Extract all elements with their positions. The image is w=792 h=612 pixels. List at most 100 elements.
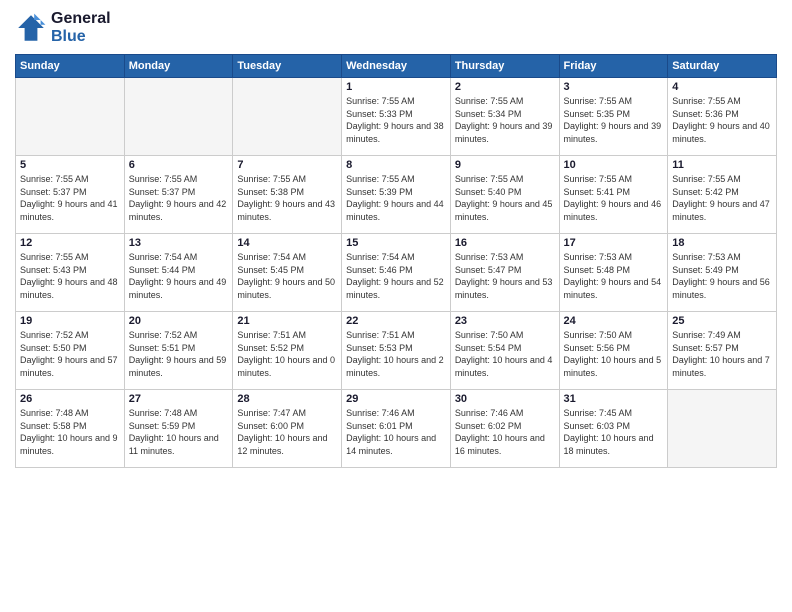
calendar-week-4: 19 Sunrise: 7:52 AM Sunset: 5:50 PM Dayli… xyxy=(16,312,777,390)
day-number: 18 xyxy=(672,237,772,249)
calendar-cell xyxy=(124,78,233,156)
calendar-table: Sunday Monday Tuesday Wednesday Thursday… xyxy=(15,54,777,468)
day-number: 21 xyxy=(237,315,337,327)
day-number: 4 xyxy=(672,81,772,93)
calendar-cell: 31Sunrise: 7:45 AM Sunset: 6:03 PM Dayli… xyxy=(559,390,668,468)
calendar-cell: 2Sunrise: 7:55 AM Sunset: 5:34 PM Daylig… xyxy=(450,78,559,156)
day-info: Sunrise: 7:55 AM Sunset: 5:37 PM Dayligh… xyxy=(20,173,120,223)
calendar-cell: 19 Sunrise: 7:52 AM Sunset: 5:50 PM Dayli… xyxy=(16,312,125,390)
calendar-cell: 25 Sunrise: 7:49 AM Sunset: 5:57 PM Dayli… xyxy=(668,312,777,390)
day-info: Sunrise: 7:55 AM Sunset: 5:40 PM Dayligh… xyxy=(455,173,555,223)
calendar-cell: 7Sunrise: 7:55 AM Sunset: 5:38 PM Daylig… xyxy=(233,156,342,234)
calendar-cell: 12 Sunrise: 7:55 AM Sunset: 5:43 PM Dayli… xyxy=(16,234,125,312)
calendar-cell: 14 Sunrise: 7:54 AM Sunset: 5:45 PM Dayli… xyxy=(233,234,342,312)
calendar-cell: 27 Sunrise: 7:48 AM Sunset: 5:59 PM Dayli… xyxy=(124,390,233,468)
day-number: 22 xyxy=(346,315,446,327)
calendar-cell: 17 Sunrise: 7:53 AM Sunset: 5:48 PM Dayli… xyxy=(559,234,668,312)
day-info: Sunrise: 7:55 AM Sunset: 5:38 PM Dayligh… xyxy=(237,173,337,223)
day-number: 3 xyxy=(564,81,664,93)
header-monday: Monday xyxy=(124,55,233,78)
day-info: Sunrise: 7:54 AM Sunset: 5:46 PM Dayligh… xyxy=(346,251,446,301)
calendar-cell xyxy=(233,78,342,156)
calendar-cell xyxy=(16,78,125,156)
calendar-cell: 3Sunrise: 7:55 AM Sunset: 5:35 PM Daylig… xyxy=(559,78,668,156)
day-number: 1 xyxy=(346,81,446,93)
calendar-page: General Blue Sunday Monday Tuesday Wedne… xyxy=(0,0,792,612)
day-info: Sunrise: 7:48 AM Sunset: 5:58 PM Dayligh… xyxy=(20,407,120,457)
day-number: 17 xyxy=(564,237,664,249)
calendar-cell: 4 Sunrise: 7:55 AM Sunset: 5:36 PM Daylig… xyxy=(668,78,777,156)
calendar-cell: 6 Sunrise: 7:55 AM Sunset: 5:37 PM Daylig… xyxy=(124,156,233,234)
day-number: 5 xyxy=(20,159,120,171)
header-friday: Friday xyxy=(559,55,668,78)
day-info: Sunrise: 7:55 AM Sunset: 5:36 PM Dayligh… xyxy=(672,95,772,145)
day-info: Sunrise: 7:48 AM Sunset: 5:59 PM Dayligh… xyxy=(129,407,229,457)
header: General Blue xyxy=(15,10,777,46)
day-info: Sunrise: 7:47 AM Sunset: 6:00 PM Dayligh… xyxy=(237,407,337,457)
day-number: 24 xyxy=(564,315,664,327)
day-info: Sunrise: 7:55 AM Sunset: 5:41 PM Dayligh… xyxy=(564,173,664,223)
day-info: Sunrise: 7:51 AM Sunset: 5:53 PM Dayligh… xyxy=(346,329,446,379)
calendar-cell: 23 Sunrise: 7:50 AM Sunset: 5:54 PM Dayli… xyxy=(450,312,559,390)
calendar-cell: 24 Sunrise: 7:50 AM Sunset: 5:56 PM Dayli… xyxy=(559,312,668,390)
calendar-cell: 10 Sunrise: 7:55 AM Sunset: 5:41 PM Dayli… xyxy=(559,156,668,234)
header-sunday: Sunday xyxy=(16,55,125,78)
day-number: 27 xyxy=(129,393,229,405)
calendar-cell: 30Sunrise: 7:46 AM Sunset: 6:02 PM Dayli… xyxy=(450,390,559,468)
logo: General Blue xyxy=(15,10,111,46)
calendar-week-2: 5 Sunrise: 7:55 AM Sunset: 5:37 PM Daylig… xyxy=(16,156,777,234)
calendar-cell: 26 Sunrise: 7:48 AM Sunset: 5:58 PM Dayli… xyxy=(16,390,125,468)
header-thursday: Thursday xyxy=(450,55,559,78)
calendar-cell: 13 Sunrise: 7:54 AM Sunset: 5:44 PM Dayli… xyxy=(124,234,233,312)
day-info: Sunrise: 7:51 AM Sunset: 5:52 PM Dayligh… xyxy=(237,329,337,379)
calendar-cell: 18 Sunrise: 7:53 AM Sunset: 5:49 PM Dayli… xyxy=(668,234,777,312)
calendar-cell: 15 Sunrise: 7:54 AM Sunset: 5:46 PM Dayli… xyxy=(342,234,451,312)
day-number: 14 xyxy=(237,237,337,249)
day-number: 11 xyxy=(672,159,772,171)
calendar-week-3: 12 Sunrise: 7:55 AM Sunset: 5:43 PM Dayli… xyxy=(16,234,777,312)
header-tuesday: Tuesday xyxy=(233,55,342,78)
day-info: Sunrise: 7:46 AM Sunset: 6:01 PM Dayligh… xyxy=(346,407,446,457)
day-info: Sunrise: 7:53 AM Sunset: 5:48 PM Dayligh… xyxy=(564,251,664,301)
calendar-cell: 22 Sunrise: 7:51 AM Sunset: 5:53 PM Dayli… xyxy=(342,312,451,390)
day-info: Sunrise: 7:50 AM Sunset: 5:56 PM Dayligh… xyxy=(564,329,664,379)
day-number: 23 xyxy=(455,315,555,327)
day-info: Sunrise: 7:53 AM Sunset: 5:49 PM Dayligh… xyxy=(672,251,772,301)
weekday-header-row: Sunday Monday Tuesday Wednesday Thursday… xyxy=(16,55,777,78)
calendar-cell xyxy=(668,390,777,468)
calendar-cell: 1 Sunrise: 7:55 AM Sunset: 5:33 PM Daylig… xyxy=(342,78,451,156)
day-number: 2 xyxy=(455,81,555,93)
day-number: 13 xyxy=(129,237,229,249)
day-info: Sunrise: 7:50 AM Sunset: 5:54 PM Dayligh… xyxy=(455,329,555,379)
day-number: 31 xyxy=(564,393,664,405)
day-info: Sunrise: 7:46 AM Sunset: 6:02 PM Dayligh… xyxy=(455,407,555,457)
calendar-week-5: 26 Sunrise: 7:48 AM Sunset: 5:58 PM Dayli… xyxy=(16,390,777,468)
day-info: Sunrise: 7:55 AM Sunset: 5:43 PM Dayligh… xyxy=(20,251,120,301)
day-number: 20 xyxy=(129,315,229,327)
day-info: Sunrise: 7:55 AM Sunset: 5:42 PM Dayligh… xyxy=(672,173,772,223)
header-saturday: Saturday xyxy=(668,55,777,78)
logo-icon xyxy=(15,12,47,44)
day-info: Sunrise: 7:54 AM Sunset: 5:44 PM Dayligh… xyxy=(129,251,229,301)
calendar-week-1: 1 Sunrise: 7:55 AM Sunset: 5:33 PM Daylig… xyxy=(16,78,777,156)
day-number: 9 xyxy=(455,159,555,171)
day-info: Sunrise: 7:52 AM Sunset: 5:51 PM Dayligh… xyxy=(129,329,229,379)
calendar-cell: 29 Sunrise: 7:46 AM Sunset: 6:01 PM Dayli… xyxy=(342,390,451,468)
day-info: Sunrise: 7:52 AM Sunset: 5:50 PM Dayligh… xyxy=(20,329,120,379)
day-number: 10 xyxy=(564,159,664,171)
logo-text: General Blue xyxy=(51,10,111,46)
day-info: Sunrise: 7:55 AM Sunset: 5:39 PM Dayligh… xyxy=(346,173,446,223)
day-number: 6 xyxy=(129,159,229,171)
day-number: 29 xyxy=(346,393,446,405)
day-number: 15 xyxy=(346,237,446,249)
day-number: 26 xyxy=(20,393,120,405)
day-info: Sunrise: 7:49 AM Sunset: 5:57 PM Dayligh… xyxy=(672,329,772,379)
day-info: Sunrise: 7:55 AM Sunset: 5:33 PM Dayligh… xyxy=(346,95,446,145)
day-info: Sunrise: 7:55 AM Sunset: 5:37 PM Dayligh… xyxy=(129,173,229,223)
day-number: 25 xyxy=(672,315,772,327)
day-number: 19 xyxy=(20,315,120,327)
day-info: Sunrise: 7:54 AM Sunset: 5:45 PM Dayligh… xyxy=(237,251,337,301)
day-number: 8 xyxy=(346,159,446,171)
calendar-cell: 28Sunrise: 7:47 AM Sunset: 6:00 PM Dayli… xyxy=(233,390,342,468)
day-number: 12 xyxy=(20,237,120,249)
